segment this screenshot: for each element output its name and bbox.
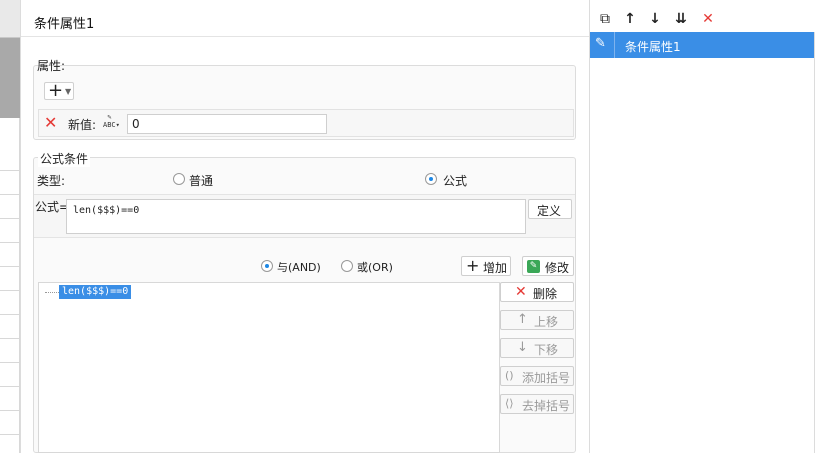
arrow-up-icon: ↑	[517, 312, 528, 327]
formula-label: 公式=	[35, 200, 70, 214]
modify-icon: ✎	[527, 260, 540, 273]
dialog-title: 条件属性1	[34, 17, 95, 32]
move-down-button[interactable]: ↓ 下移	[500, 338, 574, 358]
remove-bracket-button[interactable]: ⟨⟩ 去掉括号	[500, 394, 574, 414]
define-button[interactable]: 定义	[528, 199, 572, 219]
type-formula-label: 公式	[443, 174, 468, 188]
remove-attribute-icon[interactable]: ✕	[44, 113, 57, 132]
move-bottom-icon[interactable]: ⇊	[672, 10, 690, 28]
condition-list-item-label: 条件属性1	[625, 40, 681, 54]
condition-list-panel: ⧉ ↑ ↓ ⇊ ✕ ✎ 条件属性1	[589, 0, 824, 453]
or-radio[interactable]	[341, 260, 353, 272]
and-radio[interactable]	[261, 260, 273, 272]
plus-icon: +	[48, 80, 64, 101]
new-value-input[interactable]: 0	[127, 114, 327, 134]
type-label: 类型:	[37, 174, 66, 188]
dropdown-caret-icon: ▼	[65, 87, 72, 96]
copy-icon[interactable]: ⧉	[596, 10, 614, 28]
condition-tree-item[interactable]: len($$$)==0	[59, 285, 132, 299]
formula-input[interactable]: len($$$)==0	[66, 199, 526, 234]
new-value-label: 新值:	[68, 118, 97, 132]
delete-button[interactable]: ✕ 删除	[500, 282, 574, 302]
add-attribute-button[interactable]: + ▼	[44, 80, 74, 101]
value-type-icon[interactable]: ✎ ABC▾	[103, 113, 123, 133]
arrow-down-icon[interactable]: ↓	[646, 10, 664, 28]
attribute-row: ✕ 新值: ✎ ABC▾ 0	[38, 109, 574, 137]
delete-icon: ✕	[515, 284, 527, 300]
dialog-title-bar: 条件属性1	[21, 0, 589, 37]
add-condition-button[interactable]: + 增加	[461, 256, 511, 276]
add-bracket-button[interactable]: () 添加括号	[500, 366, 574, 386]
delete-icon[interactable]: ✕	[699, 10, 717, 28]
bracket-icon: ()	[505, 369, 514, 382]
background-sheet	[0, 0, 20, 453]
arrow-up-icon[interactable]: ↑	[621, 10, 639, 28]
edit-icon: ✎	[595, 36, 606, 51]
and-label: 与(AND)	[277, 261, 321, 274]
arrow-down-icon: ↓	[517, 340, 528, 355]
condition-tree[interactable]: len($$$)==0	[38, 282, 500, 453]
attributes-label: 属性:	[37, 59, 66, 73]
condition-list-item[interactable]: ✎ 条件属性1	[590, 32, 814, 58]
move-up-button[interactable]: ↑ 上移	[500, 310, 574, 330]
or-label: 或(OR)	[357, 261, 393, 274]
type-formula-radio[interactable]	[425, 173, 437, 185]
remove-bracket-icon: ⟨⟩	[505, 397, 514, 410]
condition-list-toolbar: ⧉ ↑ ↓ ⇊ ✕	[590, 8, 824, 32]
type-normal-radio[interactable]	[173, 173, 185, 185]
plus-icon: +	[466, 256, 480, 275]
modify-condition-button[interactable]: ✎ 修改	[522, 256, 574, 276]
formula-condition-label: 公式条件	[38, 150, 91, 167]
type-normal-label: 普通	[189, 174, 214, 188]
condition-attribute-dialog: 条件属性1 属性: + ▼ ✕ 新值: ✎ ABC▾ 0 公式条件 类型: 普通 …	[20, 0, 589, 453]
